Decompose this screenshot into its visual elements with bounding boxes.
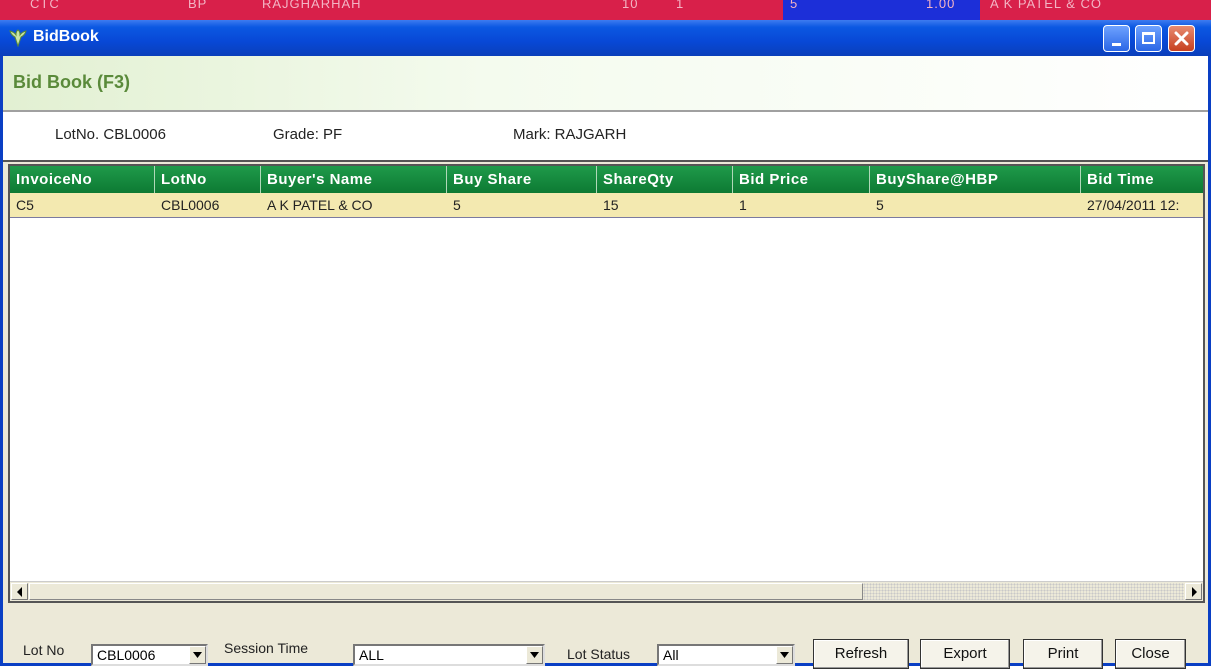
background-cell: CTC [30,0,60,11]
session-time-value: ALL [359,647,384,663]
lot-no-select[interactable]: CBL0006 [91,644,208,666]
minimize-button[interactable] [1103,25,1130,52]
lot-number-info: LotNo. CBL0006 [55,126,166,143]
app-logo-icon [9,29,27,48]
scroll-left-button[interactable] [11,583,28,600]
background-cell: 10 [622,0,639,11]
bidbook-window: BidBook Bid Book (F3) LotNo. CBL0006 Gra… [0,20,1211,669]
export-button[interactable]: Export [920,639,1010,669]
column-header-bid-time[interactable]: Bid Time [1081,166,1203,193]
cell-lotno: CBL0006 [161,197,220,213]
dropdown-arrow-button[interactable] [526,646,543,664]
maximize-button[interactable] [1135,25,1162,52]
scroll-thumb[interactable] [29,583,863,600]
cell-buyshare-hbp: 5 [876,197,884,213]
horizontal-scrollbar[interactable] [10,581,1203,601]
cell-invoiceno: C5 [16,197,34,213]
dropdown-arrow-icon [780,652,789,658]
cell-buyer-name: A K PATEL & CO [267,197,373,213]
header-band: Bid Book (F3) [3,56,1208,112]
cell-bid-price: 1 [739,197,747,213]
close-window-button[interactable] [1168,25,1195,52]
dropdown-arrow-button[interactable] [776,646,793,664]
close-button[interactable]: Close [1115,639,1186,669]
lot-status-select[interactable]: All [657,644,795,666]
lot-no-label: Lot No [23,642,65,658]
session-time-label: Session Time [224,640,309,656]
column-header-bid-price[interactable]: Bid Price [733,166,870,193]
cell-bid-time: 27/04/2011 12: [1087,197,1180,213]
dropdown-arrow-icon [530,652,539,658]
maximize-icon [1142,32,1155,44]
background-cell: A K PATEL & CO [990,0,1103,11]
window-title: BidBook [33,28,99,45]
bid-grid[interactable]: InvoiceNo LotNo Buyer's Name Buy Share S… [8,164,1205,603]
cell-buy-share: 5 [453,197,461,213]
background-cell: BP [188,0,208,11]
lot-status-value: All [663,647,679,663]
column-header-shareqty[interactable]: ShareQty [597,166,733,193]
scroll-left-icon [17,587,22,597]
column-header-buy-share[interactable]: Buy Share [447,166,597,193]
session-time-select[interactable]: ALL [353,644,545,666]
refresh-button[interactable]: Refresh [813,639,909,669]
background-window-row: CTC BP RAJGHARHAH 10 1 5 1.00 A K PATEL … [0,0,1211,22]
minimize-icon [1112,43,1121,46]
scroll-track-remaining[interactable] [863,583,1184,600]
footer-controls: Lot No CBL0006 Session Time ALL Lot Stat… [3,606,1208,669]
dropdown-arrow-icon [193,652,202,658]
close-icon [1174,31,1189,46]
column-header-lotno[interactable]: LotNo [155,166,261,193]
background-cell: 1 [676,0,685,11]
grid-header-row: InvoiceNo LotNo Buyer's Name Buy Share S… [10,166,1203,193]
mark-info: Mark: RAJGARH [513,126,627,143]
scroll-right-icon [1192,587,1197,597]
column-header-buyshare-hbp[interactable]: BuyShare@HBP [870,166,1081,193]
lot-status-label: Lot Status [567,646,631,662]
print-button[interactable]: Print [1023,639,1103,669]
table-row[interactable]: C5 CBL0006 A K PATEL & CO 5 15 1 5 27/04… [10,193,1203,218]
lot-info-band: LotNo. CBL0006 Grade: PF Mark: RAJGARH [3,112,1208,162]
page-title: Bid Book (F3) [13,72,130,92]
background-cell: 1.00 [926,0,956,11]
background-cell: RAJGHARHAH [262,0,362,11]
lot-no-value: CBL0006 [97,647,156,663]
scroll-right-button[interactable] [1185,583,1202,600]
title-bar[interactable]: BidBook [0,20,1211,56]
grade-info: Grade: PF [273,126,343,143]
column-header-invoiceno[interactable]: InvoiceNo [10,166,155,193]
cell-shareqty: 15 [603,197,619,213]
background-cell: 5 [790,0,799,11]
dropdown-arrow-button[interactable] [189,646,206,664]
column-header-buyer-name[interactable]: Buyer's Name [261,166,447,193]
